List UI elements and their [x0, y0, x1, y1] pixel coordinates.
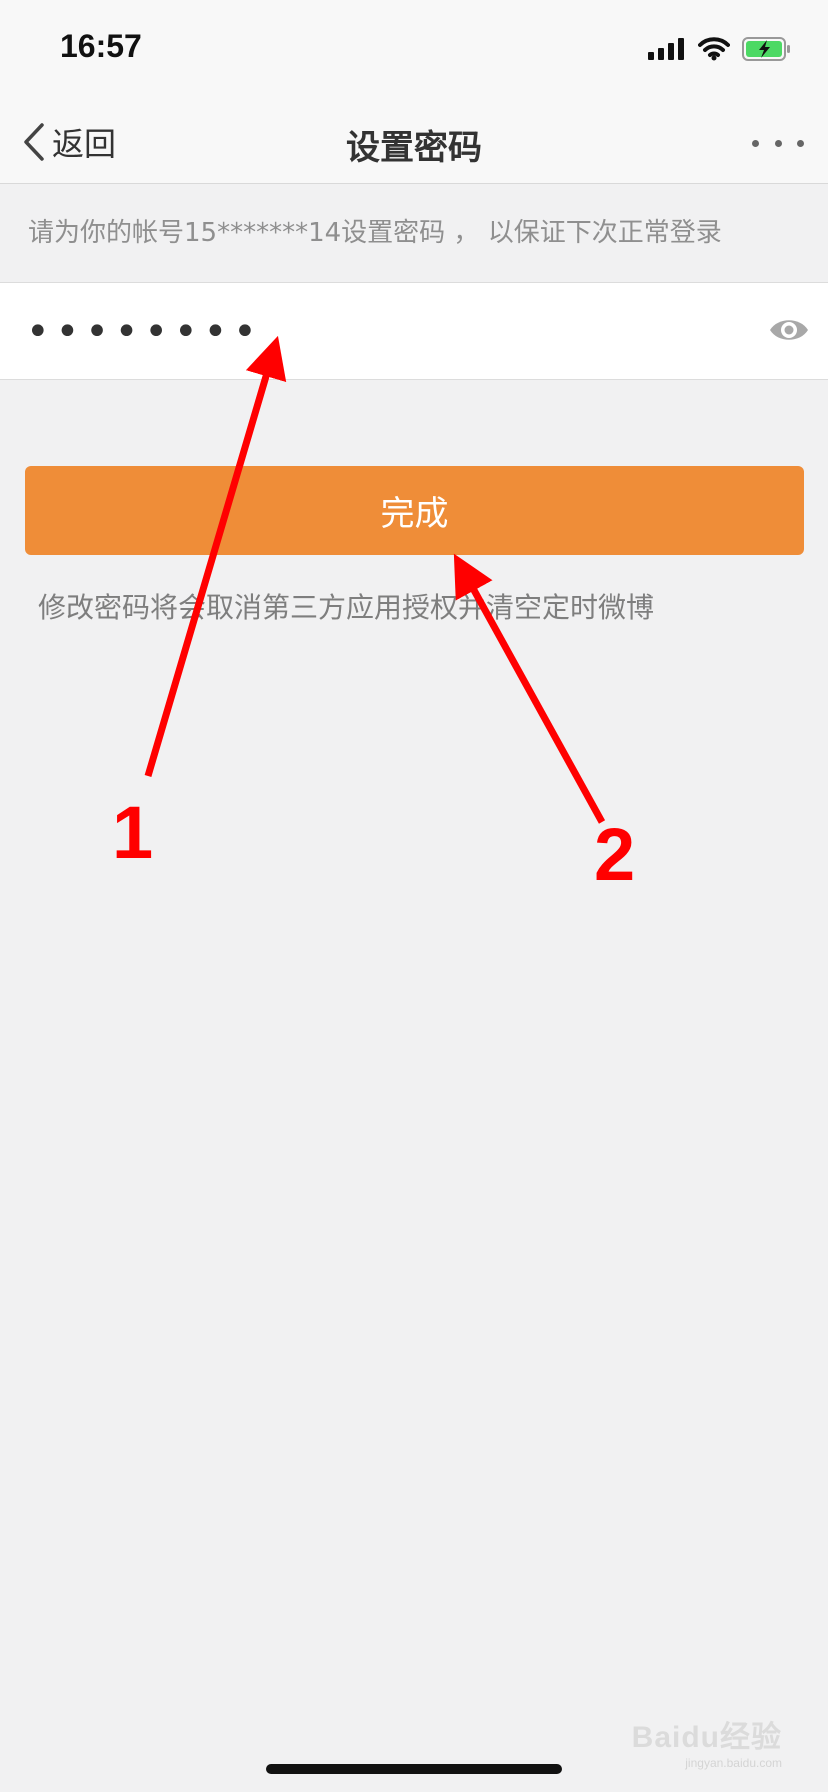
account-hint-text: 请为你的帐号15*******14设置密码 ， 以保证下次正常登录 [28, 218, 722, 248]
annotation-label-2: 2 [594, 813, 635, 896]
navigation-bar: 返回 设置密码 [0, 100, 828, 184]
home-indicator[interactable] [266, 1764, 562, 1774]
password-input[interactable] [26, 305, 726, 359]
password-change-note: 修改密码将会取消第三方应用授权并清空定时微博 [38, 591, 655, 624]
annotation-arrow-1 [144, 335, 287, 777]
more-dots-icon[interactable] [752, 128, 804, 158]
status-bar: 16:57 [0, 0, 828, 100]
wifi-icon [698, 37, 730, 61]
status-time: 16:57 [60, 28, 142, 64]
annotation-overlay: 1 2 [112, 335, 635, 896]
password-row [0, 282, 828, 380]
watermark: Baidu经验 jingyan.baidu.com [632, 1712, 782, 1770]
battery-charging-icon [742, 37, 790, 61]
watermark-logo: Baidu经验 [631, 1721, 782, 1754]
status-icons [648, 34, 792, 64]
watermark-url: jingyan.baidu.com [685, 1756, 782, 1770]
page-title: 设置密码 [346, 128, 482, 168]
annotation-label-1: 1 [112, 791, 153, 874]
signal-icon [648, 38, 684, 60]
done-button[interactable]: 完成 [25, 466, 804, 555]
eye-icon[interactable] [768, 313, 810, 347]
